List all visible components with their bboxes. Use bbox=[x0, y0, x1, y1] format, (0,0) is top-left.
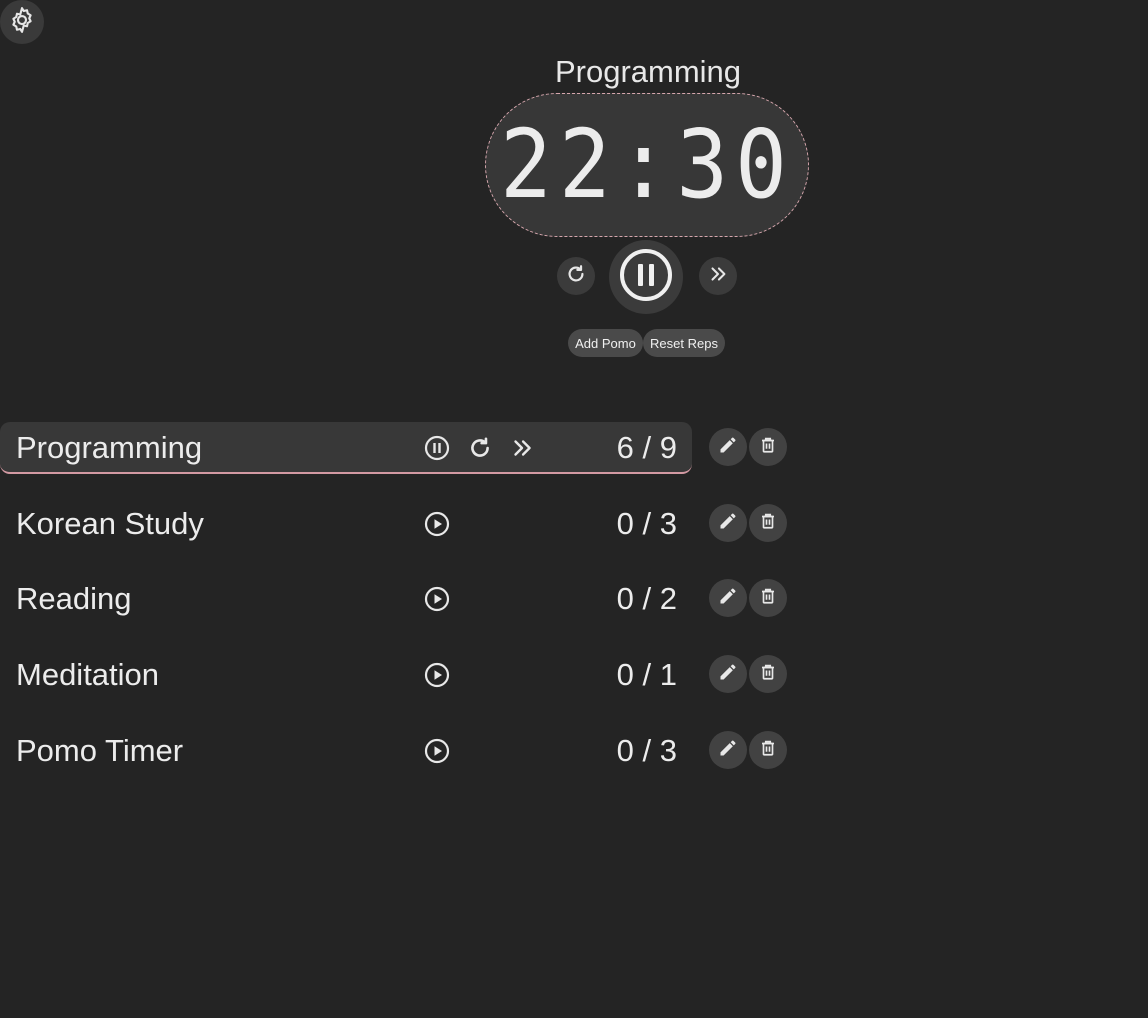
edit-task-button[interactable] bbox=[709, 579, 747, 617]
edit-task-button[interactable] bbox=[709, 655, 747, 693]
task-row[interactable]: Meditation 0 / 1 bbox=[0, 649, 800, 701]
delete-task-button[interactable] bbox=[749, 731, 787, 769]
pencil-icon bbox=[718, 511, 738, 536]
trash-icon bbox=[759, 512, 777, 535]
timer-time: 22:30 bbox=[500, 110, 794, 220]
task-count: 0 / 3 bbox=[616, 506, 677, 541]
pomodoro-app: Programming 22:30 Add Pomo Reset Reps Pr… bbox=[0, 0, 1148, 1018]
trash-icon bbox=[759, 663, 777, 686]
edit-task-button[interactable] bbox=[709, 428, 747, 466]
pencil-icon bbox=[718, 435, 738, 460]
settings-button[interactable] bbox=[0, 0, 44, 44]
double-chevron-right-icon[interactable] bbox=[508, 434, 536, 462]
task-count: 0 / 3 bbox=[616, 733, 677, 768]
task-row[interactable]: Korean Study 0 / 3 bbox=[0, 498, 800, 550]
refresh-icon[interactable] bbox=[466, 434, 494, 462]
delete-task-button[interactable] bbox=[749, 504, 787, 542]
task-name: Reading bbox=[16, 581, 132, 616]
skip-button[interactable] bbox=[699, 257, 737, 295]
task-count: 0 / 2 bbox=[616, 581, 677, 616]
pencil-icon bbox=[718, 586, 738, 611]
pencil-icon bbox=[718, 662, 738, 687]
timer-display: 22:30 bbox=[485, 93, 809, 237]
pause-circle-icon bbox=[618, 247, 674, 308]
task-name: Meditation bbox=[16, 657, 160, 692]
gear-icon bbox=[7, 5, 37, 40]
delete-task-button[interactable] bbox=[749, 579, 787, 617]
task-name: Korean Study bbox=[16, 506, 204, 541]
task-row-main: Meditation 0 / 1 bbox=[0, 649, 692, 699]
task-name: Pomo Timer bbox=[16, 733, 184, 768]
play-circle-icon[interactable] bbox=[423, 661, 451, 689]
edit-task-button[interactable] bbox=[709, 731, 747, 769]
pause-button[interactable] bbox=[609, 240, 683, 314]
double-chevron-right-icon bbox=[707, 263, 729, 290]
task-row[interactable]: Programming 6 / 9 bbox=[0, 422, 800, 474]
task-row[interactable]: Reading 0 / 2 bbox=[0, 573, 800, 625]
task-row-main: Reading 0 / 2 bbox=[0, 573, 692, 623]
edit-task-button[interactable] bbox=[709, 504, 747, 542]
task-count: 0 / 1 bbox=[616, 657, 677, 692]
task-row[interactable]: Pomo Timer 0 / 3 bbox=[0, 725, 800, 777]
trash-icon bbox=[759, 739, 777, 762]
pencil-icon bbox=[718, 738, 738, 763]
delete-task-button[interactable] bbox=[749, 655, 787, 693]
delete-task-button[interactable] bbox=[749, 428, 787, 466]
task-row-main: Programming 6 / 9 bbox=[0, 422, 692, 474]
trash-icon bbox=[759, 436, 777, 459]
task-row-main: Korean Study 0 / 3 bbox=[0, 498, 692, 548]
add-pomo-button[interactable]: Add Pomo bbox=[568, 329, 643, 357]
play-circle-icon[interactable] bbox=[423, 585, 451, 613]
play-circle-icon[interactable] bbox=[423, 510, 451, 538]
refresh-icon bbox=[565, 263, 587, 290]
reset-timer-button[interactable] bbox=[557, 257, 595, 295]
trash-icon bbox=[759, 587, 777, 610]
reset-reps-button[interactable]: Reset Reps bbox=[643, 329, 725, 357]
current-task-title: Programming bbox=[554, 54, 742, 89]
task-name: Programming bbox=[16, 430, 203, 465]
task-count: 6 / 9 bbox=[616, 430, 677, 465]
play-circle-icon[interactable] bbox=[423, 737, 451, 765]
pause-circle-icon[interactable] bbox=[423, 434, 451, 462]
task-row-main: Pomo Timer 0 / 3 bbox=[0, 725, 692, 775]
